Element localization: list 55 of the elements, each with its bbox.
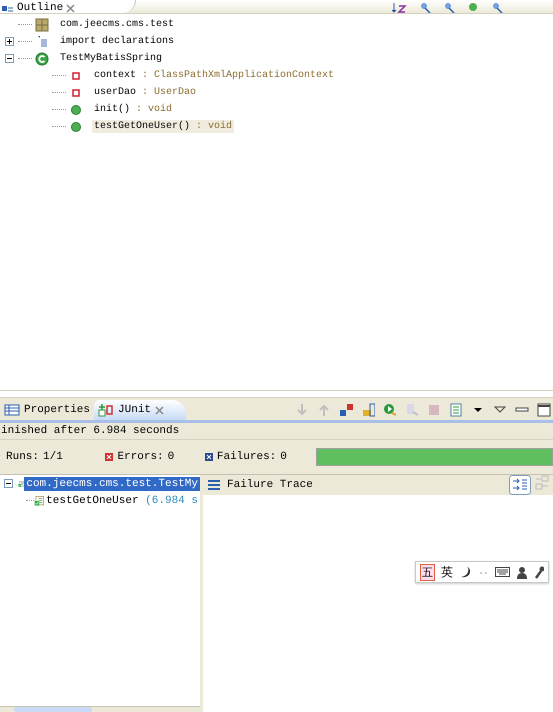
filter-stack-icon[interactable] (509, 475, 531, 495)
filter-icon[interactable] (443, 3, 455, 13)
collapse-icon[interactable] (4, 479, 13, 488)
outline-item[interactable]: init() : void (92, 103, 174, 116)
test-item[interactable]: com.jeecms.cms.test.TestMy (24, 476, 200, 490)
wrench-icon[interactable] (534, 566, 544, 578)
failure-icon (204, 453, 213, 461)
horizontal-scrollbar[interactable] (0, 706, 200, 712)
sort-icon[interactable] (391, 3, 407, 13)
language-toggle[interactable]: 英 (441, 564, 453, 580)
private-field-icon (70, 86, 82, 98)
outline-item[interactable]: import declarations (58, 35, 176, 48)
failures-count: 0 (280, 451, 287, 463)
failure-trace-title: Failure Trace (227, 479, 313, 491)
private-field-icon (70, 70, 82, 82)
failures-label: Failures: (216, 451, 276, 463)
errors-count: 0 (168, 451, 174, 463)
outline-item[interactable]: userDao : UserDao (92, 86, 198, 99)
method-icon (70, 104, 82, 116)
runs-label: Runs: (6, 451, 40, 463)
expand-icon[interactable] (5, 37, 14, 46)
close-icon[interactable] (155, 406, 164, 414)
status-message: inished after 6.984 seconds (0, 423, 553, 440)
filter-icon[interactable] (491, 3, 503, 13)
outline-tab[interactable]: Outline (0, 0, 136, 13)
runs-count: 1/1 (43, 451, 63, 463)
lock-icon[interactable] (361, 403, 375, 417)
error-icon (105, 453, 114, 461)
class-icon (35, 52, 49, 66)
filter-icon[interactable] (419, 3, 431, 13)
outline-item[interactable]: com.jeecms.cms.test (58, 18, 176, 31)
outline-icon (2, 4, 14, 13)
errors-label: Errors: (117, 451, 164, 463)
test-item[interactable]: testGetOneUser (6.984 s (44, 494, 200, 508)
dot-filter-icon[interactable] (467, 3, 479, 13)
list-icon (207, 479, 221, 491)
failures-only-icon[interactable] (339, 403, 353, 417)
package-icon (35, 18, 49, 32)
history-icon[interactable] (449, 403, 463, 417)
method-icon (70, 120, 82, 132)
collapse-icon[interactable] (5, 54, 14, 63)
keyboard-icon[interactable] (495, 567, 510, 577)
input-method-toggle[interactable]: 五 (420, 564, 435, 580)
outline-item[interactable]: testGetOneUser() : void (92, 120, 234, 133)
rerun-icon[interactable] (383, 403, 397, 417)
properties-icon (4, 403, 20, 417)
outline-item[interactable]: context : ClassPathXmlApplicationContext (92, 69, 336, 82)
junit-tab[interactable]: JUnit (94, 400, 186, 420)
outline-item[interactable]: TestMyBatisSpring (58, 52, 164, 65)
moon-icon[interactable] (459, 565, 471, 579)
user-icon[interactable] (516, 566, 528, 578)
close-icon[interactable] (66, 4, 76, 13)
properties-tab[interactable]: Properties (0, 400, 94, 420)
junit-icon (98, 403, 114, 417)
maximize-icon[interactable] (537, 403, 551, 417)
